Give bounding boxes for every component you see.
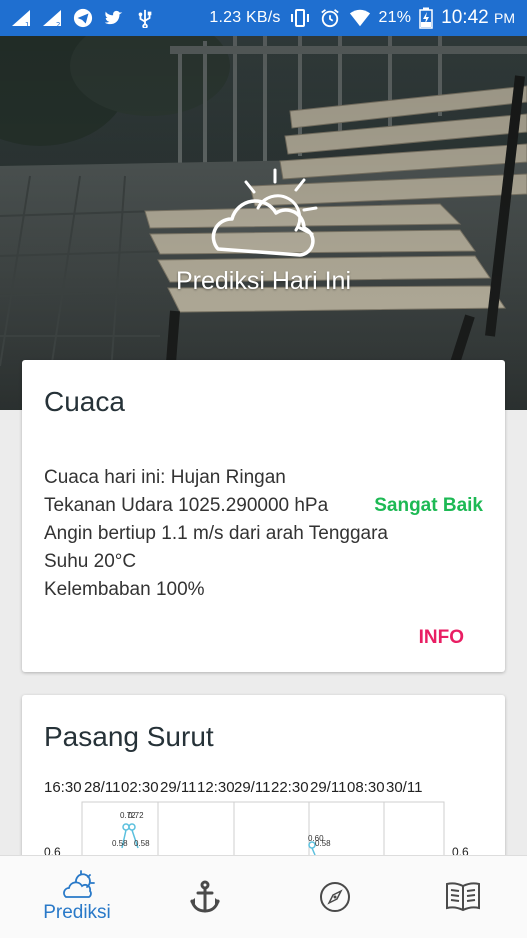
telegram-icon <box>73 8 93 28</box>
weather-card: Cuaca Cuaca hari ini: Hujan Ringan Tekan… <box>22 360 505 672</box>
tide-date-label: 29/11 <box>234 779 271 796</box>
book-icon <box>446 882 480 912</box>
tide-time-label: 02:30 <box>121 779 159 796</box>
tide-point-label: 0.58 <box>315 839 331 848</box>
humidity: Kelembaban 100% <box>44 579 205 600</box>
info-button[interactable]: INFO <box>419 627 464 649</box>
air-pressure: Tekanan Udara 1025.290000 hPa <box>44 495 329 516</box>
tide-point-label: 0.58 <box>134 839 150 848</box>
tide-point-label: 0.72 <box>128 811 144 820</box>
signal-sim1-icon: 1 <box>12 10 30 28</box>
cloud-sun-icon <box>63 870 95 898</box>
nav-label-prediksi: Prediksi <box>43 902 111 923</box>
battery-charging-icon <box>419 7 433 29</box>
twitter-icon <box>104 10 123 25</box>
battery-percent: 21% <box>378 9 412 26</box>
temperature: Suhu 20°C <box>44 551 137 572</box>
hero-banner: Prediksi Hari Ini <box>0 36 527 410</box>
tide-time-label: 16:30 <box>44 779 82 796</box>
tide-date-label: 30/11 <box>386 779 423 796</box>
tide-time-label: 12:30 <box>197 779 235 796</box>
clock: 10:42 PM <box>441 7 515 28</box>
tide-time-label: 08:30 <box>347 779 385 796</box>
anchor-icon <box>190 880 220 913</box>
nav-item-prediksi[interactable]: Prediksi <box>22 856 132 938</box>
quality-status: Sangat Baik <box>374 495 483 516</box>
compass-icon <box>320 882 350 912</box>
hero-title: Prediksi Hari Ini <box>175 267 352 295</box>
wind-info: Angin bertiup 1.1 m/s dari arah Tenggara <box>44 523 388 544</box>
usb-icon <box>138 9 152 28</box>
wifi-icon <box>349 9 370 27</box>
signal-sim2-icon: 2 <box>43 10 61 28</box>
status-bar: 1 2 1.23 KB/s 21% 10:42 PM <box>0 0 527 36</box>
tide-card-title: Pasang Surut <box>44 721 214 752</box>
tide-time-label: 22:30 <box>271 779 309 796</box>
svg-text:2: 2 <box>56 21 60 28</box>
tide-date-label: 29/11 <box>160 779 197 796</box>
nav-item-book[interactable] <box>418 856 508 938</box>
svg-text:1: 1 <box>25 21 29 28</box>
nav-item-tide[interactable] <box>160 856 250 938</box>
tide-date-label: 29/11 <box>310 779 347 796</box>
bottom-navigation: Prediksi <box>0 855 527 938</box>
weather-condition: Cuaca hari ini: Hujan Ringan <box>44 467 286 488</box>
weather-card-title: Cuaca <box>44 386 125 417</box>
alarm-icon <box>320 9 339 28</box>
tide-date-label: 28/11 <box>84 779 121 796</box>
network-speed: 1.23 KB/s <box>209 9 281 26</box>
nav-item-compass[interactable] <box>290 856 380 938</box>
tide-point-label: 0.58 <box>112 839 128 848</box>
vibrate-icon <box>290 9 309 27</box>
